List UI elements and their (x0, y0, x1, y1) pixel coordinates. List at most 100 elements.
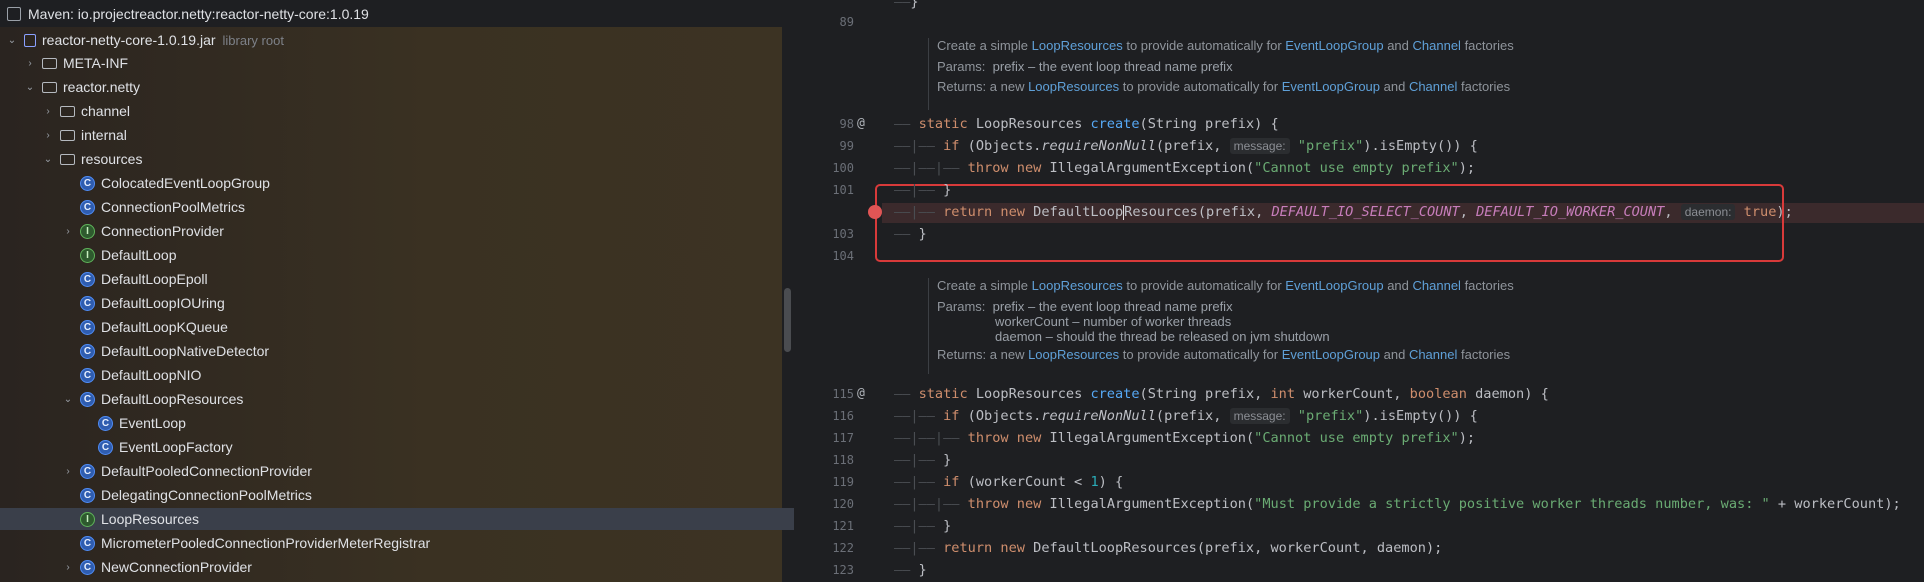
tree-item[interactable]: I DefaultLoop (0, 244, 794, 266)
class-icon: C (80, 535, 95, 551)
tree-item[interactable]: › channel (0, 100, 794, 122)
tree-item[interactable]: I LoopResources (0, 508, 794, 530)
tree-item[interactable]: C ColocatedEventLoopGroup (0, 172, 794, 194)
tree-item[interactable]: ⌄ C DefaultLoopResources (0, 388, 794, 410)
folder-icon (60, 129, 75, 141)
class-icon: C (80, 559, 95, 575)
code-line: ——|——|—— throw new IllegalArgumentExcept… (894, 430, 1476, 446)
tree-item[interactable]: C DefaultLoopNativeDetector (0, 340, 794, 362)
chevron-right-icon[interactable]: › (42, 106, 54, 117)
tree-item[interactable]: ⌄ reactor.netty (0, 76, 784, 98)
tree-item-jar[interactable]: ⌄ reactor-netty-core-1.0.19.jar library … (6, 29, 284, 51)
tree-item-label: MicrometerPooledConnectionProviderMeterR… (101, 535, 431, 551)
chevron-right-icon[interactable]: › (62, 562, 74, 573)
tree-item-label: EventLoopFactory (119, 439, 233, 455)
tree-item-label: META-INF (63, 55, 129, 71)
javadoc-params: Params: prefix – the event loop thread n… (937, 299, 1233, 314)
line-number: 101 (832, 183, 854, 197)
tree-item-label: DefaultLoopNIO (101, 367, 202, 383)
folder-icon (60, 105, 75, 117)
class-icon: C (80, 463, 95, 479)
code-line: ——|——|—— throw new IllegalArgumentExcept… (894, 496, 1901, 512)
line-number: 121 (832, 519, 854, 533)
tree-item[interactable]: C EventLoop (0, 412, 794, 434)
tree-item-label: DelegatingConnectionPoolMetrics (101, 487, 312, 503)
chevron-down-icon[interactable]: ⌄ (6, 35, 18, 46)
chevron-down-icon[interactable]: ⌄ (24, 82, 36, 93)
breakpoint-icon[interactable] (868, 205, 882, 219)
line-number: 116 (832, 409, 854, 423)
folder-icon (60, 153, 75, 165)
tree-item-label: LoopResources (101, 511, 200, 527)
code-line: ——|—— } (894, 518, 952, 534)
tree-item[interactable]: C DefaultLoopKQueue (0, 316, 794, 338)
tree-item[interactable]: › internal (0, 124, 794, 146)
tree-item-label: DefaultPooledConnectionProvider (101, 463, 312, 479)
tree-item-label: NewConnectionProvider (101, 559, 252, 575)
text-caret (1123, 204, 1125, 220)
code-line: ——|—— } (894, 452, 952, 468)
tree-item-label: reactor.netty (63, 79, 141, 95)
implements-marker-icon[interactable]: @ (857, 116, 865, 131)
tree-item[interactable]: › META-INF (0, 52, 784, 74)
chevron-right-icon[interactable]: › (62, 226, 74, 237)
tree-item-label: internal (81, 127, 127, 143)
tree-item-label: DefaultLoop (101, 247, 177, 263)
chevron-right-icon[interactable]: › (42, 130, 54, 141)
interface-icon: I (80, 511, 95, 527)
tree-item[interactable]: › C DefaultPooledConnectionProvider (0, 460, 794, 482)
tree-item-label: ColocatedEventLoopGroup (101, 175, 270, 191)
line-number: 98 (839, 117, 854, 131)
javadoc-block: Create a simple LoopResources to provide… (928, 278, 1514, 374)
library-root-note: library root (222, 32, 284, 48)
chevron-down-icon[interactable]: ⌄ (42, 154, 54, 165)
javadoc-link[interactable]: Channel (1413, 38, 1461, 53)
folder-icon (42, 57, 57, 69)
tree-scrollbar[interactable] (784, 288, 791, 352)
line-number: 117 (832, 431, 854, 445)
jar-icon (24, 33, 36, 47)
class-icon: C (98, 439, 113, 455)
tree-item[interactable]: C DelegatingConnectionPoolMetrics (0, 484, 794, 506)
tree-item-label: DefaultLoopResources (101, 391, 244, 407)
panel-title[interactable]: Maven: io.projectreactor.netty:reactor-n… (0, 0, 782, 27)
line-number: 99 (839, 139, 854, 153)
line-number: 103 (832, 227, 854, 241)
class-icon: C (80, 271, 95, 287)
implements-marker-icon[interactable]: @ (857, 386, 865, 401)
code-line: ——|—— if (Objects.requireNonNull(prefix,… (894, 408, 1478, 424)
interface-icon: I (80, 223, 95, 239)
interface-icon: I (80, 247, 95, 263)
class-icon: C (80, 487, 95, 503)
tree-item-label: DefaultLoopIOUring (101, 295, 225, 311)
tree-item[interactable]: C ConnectionPoolMetrics (0, 196, 794, 218)
tree-item[interactable]: › I ConnectionProvider (0, 220, 794, 242)
tree-item[interactable]: C DefaultLoopNIO (0, 364, 794, 386)
maven-library-icon (7, 6, 21, 21)
javadoc-link[interactable]: LoopResources (1032, 38, 1123, 53)
tree-item[interactable]: C DefaultLoopEpoll (0, 268, 794, 290)
tree-item-label: channel (81, 103, 131, 119)
line-number: 89 (839, 15, 854, 29)
tree-item-label: resources (81, 151, 143, 167)
chevron-right-icon[interactable]: › (24, 58, 36, 69)
class-icon: C (80, 391, 95, 407)
tree-item[interactable]: C DefaultLoopIOUring (0, 292, 794, 314)
chevron-right-icon[interactable]: › (62, 466, 74, 477)
tree-item[interactable]: C EventLoopFactory (0, 436, 794, 458)
code-line: ——|—— } (894, 182, 952, 198)
javadoc-param: daemon – should the thread be released o… (995, 329, 1330, 344)
tree-item[interactable]: C MicrometerPooledConnectionProviderMeter… (0, 532, 794, 554)
class-icon: C (80, 175, 95, 191)
tree-item-label: DefaultLoopEpoll (101, 271, 208, 287)
code-line: —— static LoopResources create(String pr… (894, 116, 1279, 132)
tree-item-label: DefaultLoopKQueue (101, 319, 228, 335)
tree-item[interactable]: ⌄ resources (0, 148, 794, 170)
tree-item-label: reactor-netty-core-1.0.19.jar (42, 32, 216, 48)
javadoc-link[interactable]: EventLoopGroup (1285, 38, 1383, 53)
code-editor[interactable]: 89 98 99 100 101 103 104 115 116 117 118… (794, 0, 1924, 582)
chevron-down-icon[interactable]: ⌄ (62, 394, 74, 405)
code-line: ——|—— if (workerCount < 1) { (894, 474, 1124, 490)
tree-item[interactable]: › C NewConnectionProvider (0, 556, 794, 578)
javadoc-param: workerCount – number of worker threads (995, 314, 1232, 329)
